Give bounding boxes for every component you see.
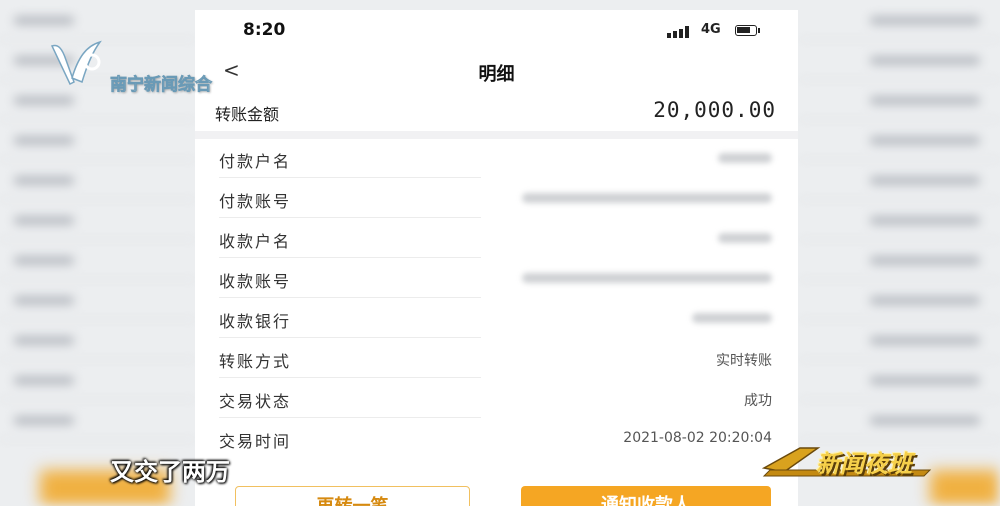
page-title: 明细 — [478, 64, 515, 85]
detail-row-transfer-method: 转账方式 实时转账 — [195, 338, 798, 378]
network-type: 4G — [701, 22, 721, 37]
notify-payee-button[interactable]: 通知收款人 — [521, 486, 771, 506]
channel-name: 南宁新闻综合 — [110, 75, 213, 96]
detail-label: 收款户名 — [219, 232, 292, 251]
redacted-value — [522, 193, 772, 203]
detail-label: 交易状态 — [219, 392, 292, 411]
redacted-value — [692, 313, 772, 323]
detail-value: 成功 — [744, 393, 772, 409]
detail-row-payee-name: 收款户名 — [195, 218, 798, 258]
program-badge: 新闻夜班 — [760, 440, 935, 480]
redacted-value — [522, 273, 772, 283]
detail-row-payer-name: 付款户名 — [195, 138, 798, 178]
subtitle-caption: 又交了两万 — [110, 458, 230, 486]
detail-value: 2021-08-02 20:20:04 — [623, 430, 772, 446]
amount-value: 20,000.00 — [653, 98, 776, 122]
detail-row-payee-account: 收款账号 — [195, 258, 798, 298]
background-list-right — [800, 0, 1000, 506]
detail-value: 实时转账 — [716, 353, 772, 369]
detail-label: 付款户名 — [219, 152, 292, 171]
detail-label: 转账方式 — [219, 352, 292, 371]
channel-logo: 南宁新闻综合 — [48, 38, 248, 98]
detail-row-time: 交易时间 2021-08-02 20:20:04 — [195, 418, 798, 458]
channel-logo-icon — [50, 40, 102, 86]
redacted-value — [718, 153, 772, 163]
program-name: 新闻夜班 — [816, 450, 912, 478]
transfer-again-button[interactable]: 再转一笔 — [235, 486, 470, 506]
detail-row-payee-bank: 收款银行 — [195, 298, 798, 338]
phone-screen: 8:20 4G < 明细 转账金额 20,000.00 付款户名 付款账号 收款… — [195, 10, 798, 506]
transfer-amount-row: 转账金额 20,000.00 — [195, 92, 798, 130]
status-bar: 8:20 4G — [195, 10, 798, 50]
amount-label: 转账金额 — [215, 105, 280, 124]
detail-label: 收款账号 — [219, 272, 292, 291]
status-time: 8:20 — [243, 20, 286, 40]
nav-bar: < 明细 — [195, 50, 798, 92]
detail-label: 交易时间 — [219, 432, 292, 451]
redacted-value — [718, 233, 772, 243]
detail-label: 付款账号 — [219, 192, 292, 211]
detail-row-status: 交易状态 成功 — [195, 378, 798, 418]
detail-row-payer-account: 付款账号 — [195, 178, 798, 218]
detail-list: 付款户名 付款账号 收款户名 收款账号 收款银行 转账方式 实时转账 交易状态 … — [195, 138, 798, 458]
detail-label: 收款银行 — [219, 312, 292, 331]
